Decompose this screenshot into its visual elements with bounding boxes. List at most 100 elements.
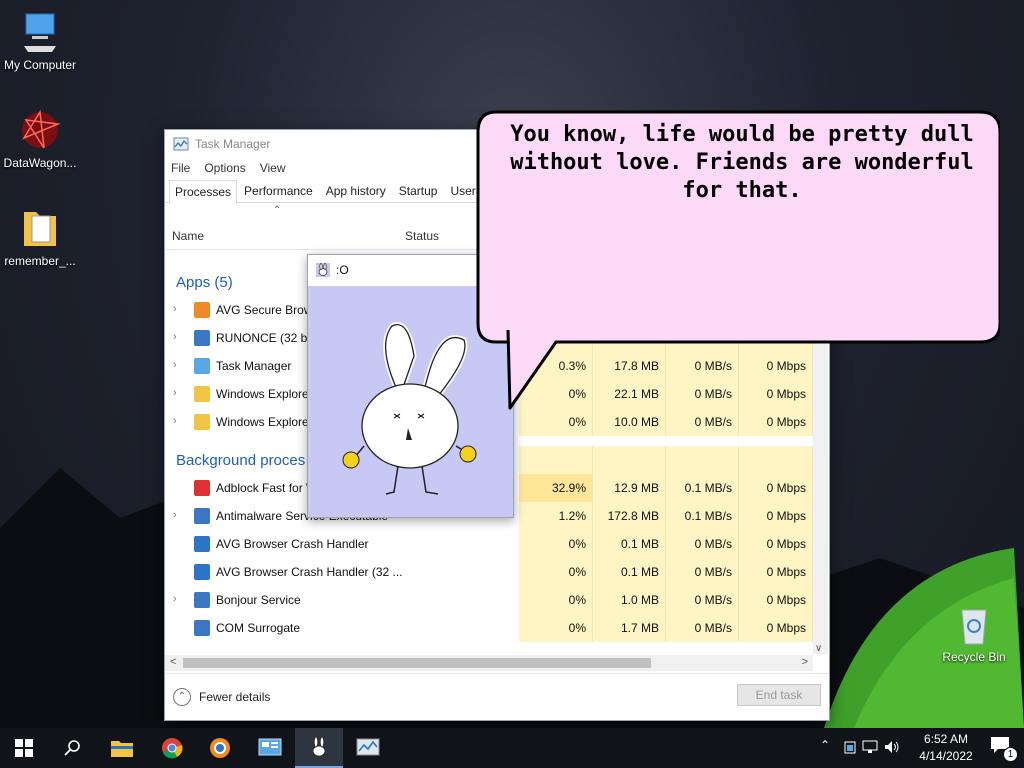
network-cell: 0 Mbps (739, 502, 813, 530)
volume-icon[interactable] (884, 740, 900, 754)
tab-app-history[interactable]: App history (320, 179, 392, 202)
file-explorer-icon (111, 741, 133, 757)
folder-icon (194, 414, 210, 430)
taskbar-avg-browser[interactable] (196, 728, 244, 768)
control-panel-icon (258, 738, 282, 756)
desktop-icon-remember[interactable]: remember_... (0, 206, 80, 268)
column-status[interactable]: Status (405, 229, 439, 243)
menu-file[interactable]: File (171, 161, 190, 175)
chevron-up-icon: ⌃ (173, 688, 191, 706)
scroll-thumb[interactable] (183, 658, 651, 668)
task-manager-icon (173, 137, 189, 151)
computer-icon (18, 10, 62, 54)
cpu-cell: 0% (519, 586, 593, 614)
avg-browser-icon (194, 302, 210, 318)
memory-cell: 22.1 MB (593, 380, 666, 408)
taskbar-file-explorer[interactable] (98, 728, 146, 768)
scroll-down-icon[interactable]: ∨ (815, 643, 822, 654)
memory-cell: 1.7 MB (593, 614, 666, 642)
process-row[interactable]: › Bonjour Service 0% 1.0 MB 0 MB/s 0 Mbps (165, 586, 813, 614)
network-icon[interactable] (862, 740, 878, 754)
bunny-app-icon (312, 736, 326, 757)
memory-cell: 172.8 MB (593, 502, 666, 530)
memory-cell: 0.1 MB (593, 558, 666, 586)
network-cell: 0 Mbps (739, 408, 813, 436)
process-row[interactable]: AVG Browser Crash Handler 0% 0.1 MB 0 MB/s 0… (165, 530, 813, 558)
taskbar-chrome[interactable] (148, 728, 196, 768)
disk-cell: 0.1 MB/s (666, 502, 739, 530)
cpu-cell: 1.2% (519, 502, 593, 530)
taskbar-control-panel[interactable] (246, 728, 294, 768)
network-cell: 0 Mbps (739, 558, 813, 586)
expand-chevron-icon[interactable]: › (173, 415, 177, 427)
expand-chevron-icon[interactable]: › (173, 387, 177, 399)
expand-chevron-icon[interactable]: › (173, 303, 177, 315)
clock[interactable]: 6:52 AM 4/14/2022 (906, 731, 986, 765)
tab-processes[interactable]: Processes (169, 180, 238, 203)
disk-cell: 0 MB/s (666, 408, 739, 436)
disk-cell: 0 MB/s (666, 380, 739, 408)
system-tray: ⌃ 6:52 AM 4/14/2022 1 (814, 728, 1024, 768)
footer: ⌃ Fewer details End task (165, 673, 829, 720)
window-app-icon (194, 508, 210, 524)
recycle-bin-icon (952, 602, 996, 646)
fewer-details-label: Fewer details (199, 690, 271, 704)
process-name: AVG Browser Crash Handler (216, 537, 369, 551)
expand-chevron-icon[interactable]: › (173, 331, 177, 343)
memory-cell: 10.0 MB (593, 408, 666, 436)
desktop-icon-label: remember_... (4, 254, 76, 268)
apps-section-header[interactable]: Apps (5) (176, 274, 233, 291)
action-center-button[interactable]: 1 (990, 736, 1018, 762)
menu-options[interactable]: Options (204, 161, 245, 175)
scroll-right-icon[interactable]: > (802, 656, 808, 668)
expand-chevron-icon[interactable]: › (173, 359, 177, 371)
desktop-icon-my-computer[interactable]: My Computer (0, 10, 80, 72)
menu-view[interactable]: View (260, 161, 286, 175)
battery-icon[interactable] (844, 740, 856, 754)
network-cell: 0 Mbps (739, 474, 813, 502)
sort-arrow-icon[interactable]: ⌃ (273, 205, 281, 216)
cpu-cell: 0% (519, 614, 593, 642)
process-row[interactable]: COM Surrogate 0% 1.7 MB 0 MB/s 0 Mbps (165, 614, 813, 642)
start-button[interactable] (0, 728, 48, 768)
windows-logo-icon (15, 739, 33, 757)
background-section-header[interactable]: Background proces (176, 452, 305, 469)
tab-performance[interactable]: Performance (238, 179, 319, 202)
search-button[interactable] (48, 728, 96, 768)
bunny-app-icon (316, 263, 330, 277)
empty-cell (519, 446, 593, 474)
desktop-icon-label: My Computer (3, 58, 77, 72)
tab-startup[interactable]: Startup (393, 179, 444, 202)
show-hidden-icons-chevron-icon[interactable]: ⌃ (820, 738, 830, 752)
window-app-icon (194, 620, 210, 636)
taskbar-task-manager[interactable] (344, 728, 392, 768)
disk-cell: 0.1 MB/s (666, 474, 739, 502)
fewer-details-button[interactable]: ⌃ Fewer details (173, 688, 270, 706)
speech-bubble-tail (506, 330, 558, 410)
process-name: Windows Explore (216, 415, 309, 429)
empty-cell (666, 446, 739, 474)
column-name[interactable]: Name (172, 229, 204, 243)
memory-cell: 1.0 MB (593, 586, 666, 614)
adblock-icon (194, 480, 210, 496)
empty-cell (593, 446, 666, 474)
desktop-icon-datawagon[interactable]: DataWagon... (0, 108, 80, 170)
horizontal-scrollbar[interactable]: < > (165, 655, 813, 671)
window-app-icon (194, 330, 210, 346)
bunny-window-title: :O (336, 263, 349, 277)
window-app-icon (194, 592, 210, 608)
scroll-left-icon[interactable]: < (170, 656, 176, 668)
desktop-icon-label: Recycle Bin (942, 650, 1006, 664)
process-name: Adblock Fast for W (216, 481, 318, 495)
expand-chevron-icon[interactable]: › (173, 509, 177, 521)
expand-chevron-icon[interactable]: › (173, 593, 177, 605)
taskbar: ⌃ 6:52 AM 4/14/2022 1 (0, 728, 1024, 768)
end-task-button[interactable]: End task (737, 684, 821, 706)
taskbar-bunny-app[interactable] (295, 728, 343, 768)
window-title: Task Manager (195, 137, 271, 151)
process-name: AVG Secure Brows (216, 303, 319, 317)
desktop-icon-recycle-bin[interactable]: Recycle Bin (934, 602, 1014, 664)
clock-time: 6:52 AM (923, 732, 969, 746)
disk-cell: 0 MB/s (666, 614, 739, 642)
process-row[interactable]: AVG Browser Crash Handler (32 ... 0% 0.1 M… (165, 558, 813, 586)
